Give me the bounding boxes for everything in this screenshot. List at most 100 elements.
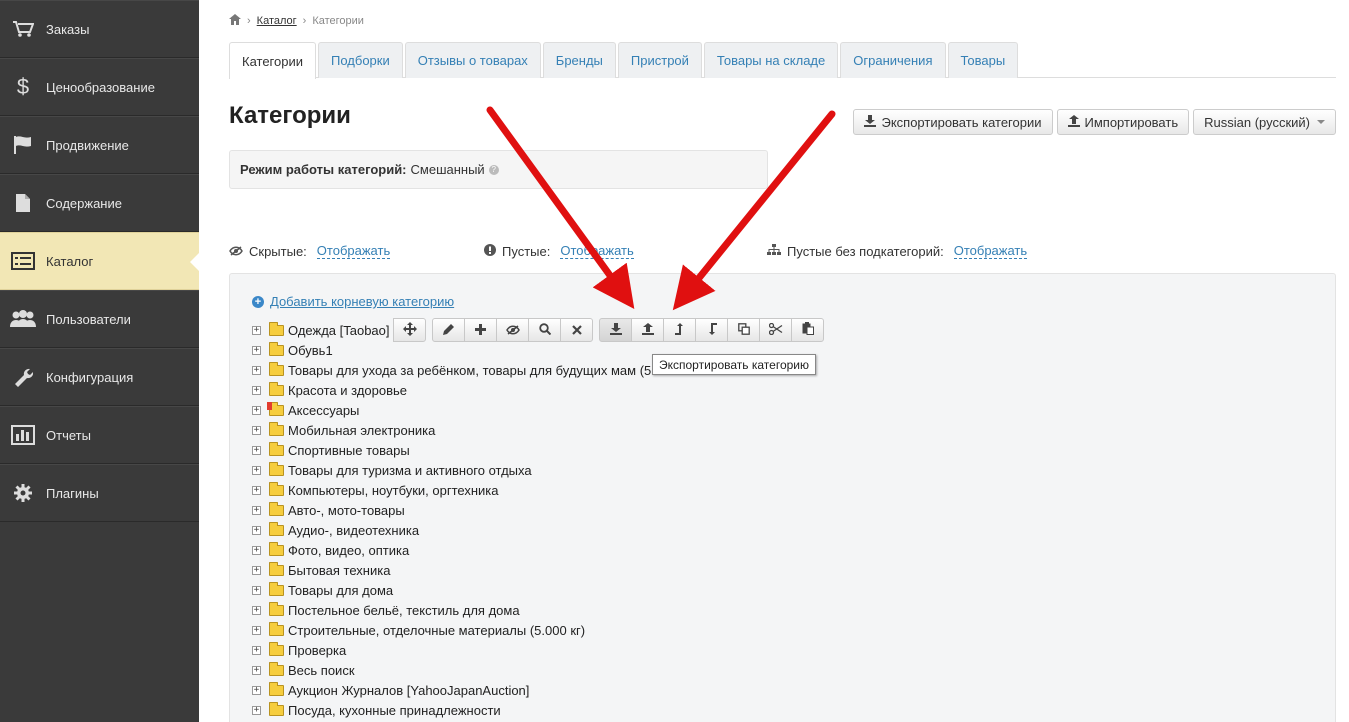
language-select[interactable]: Russian (русский): [1193, 109, 1336, 135]
tree-node-label[interactable]: Компьютеры, ноутбуки, оргтехника: [288, 483, 499, 498]
help-icon[interactable]: ?: [488, 164, 499, 175]
expand-icon[interactable]: +: [252, 425, 261, 435]
tree-node-label[interactable]: Одежда [Taobao]: [288, 323, 390, 338]
expand-icon[interactable]: +: [252, 645, 261, 655]
export-categories-button[interactable]: Экспортировать категории: [853, 109, 1053, 135]
tree-node-label[interactable]: Постельное бельё, текстиль для дома: [288, 603, 520, 618]
tree-node-label[interactable]: Посуда, кухонные принадлежности: [288, 703, 501, 718]
expand-icon[interactable]: +: [252, 505, 261, 515]
sidebar-item-content[interactable]: Содержание: [0, 174, 199, 232]
tree-node-label[interactable]: Аукцион Журналов [YahooJapanAuction]: [288, 683, 529, 698]
expand-icon[interactable]: +: [252, 365, 261, 375]
tree-node[interactable]: + Аудио-, видеотехника: [252, 520, 651, 540]
filter-empty-nosub-toggle[interactable]: Отображать: [953, 243, 1028, 259]
tree-node[interactable]: + Обувь1: [252, 340, 651, 360]
tree-node[interactable]: + Посуда, кухонные принадлежности: [252, 700, 651, 720]
move-down-button[interactable]: [695, 318, 728, 342]
tree-node-label[interactable]: Авто-, мото-товары: [288, 503, 405, 518]
breadcrumb-link-catalog[interactable]: Каталог: [257, 15, 297, 27]
sidebar-item-plugins[interactable]: Плагины: [0, 464, 199, 522]
expand-icon[interactable]: +: [252, 625, 261, 635]
tab-categories[interactable]: Категории: [229, 42, 316, 79]
expand-icon[interactable]: +: [252, 545, 261, 555]
tree-node-label[interactable]: Аксессуары: [288, 403, 359, 418]
filter-empty-toggle[interactable]: Отображать: [560, 243, 634, 259]
tree-node[interactable]: + Фото, видео, оптика: [252, 540, 651, 560]
sidebar-item-pricing[interactable]: $ Ценообразование: [0, 58, 199, 116]
move-up-button[interactable]: [663, 318, 696, 342]
move-button[interactable]: [393, 318, 426, 342]
expand-icon[interactable]: +: [252, 665, 261, 675]
tree-node[interactable]: + Товары для дома: [252, 580, 651, 600]
tree-node[interactable]: + Товары для ухода за ребёнком, товары дл…: [252, 360, 651, 380]
tree-node-label[interactable]: Обувь1: [288, 343, 333, 358]
tree-node[interactable]: + Мобильная электроника: [252, 420, 651, 440]
tree-node-label[interactable]: Весь поиск: [288, 663, 355, 678]
expand-icon[interactable]: +: [252, 585, 261, 595]
import-button[interactable]: Импортировать: [1056, 109, 1190, 135]
tree-node[interactable]: + Проверка: [252, 640, 651, 660]
expand-icon[interactable]: +: [252, 465, 261, 475]
tree-node-label[interactable]: Фото, видео, оптика: [288, 543, 409, 558]
tree-node[interactable]: + Постельное бельё, текстиль для дома: [252, 600, 651, 620]
add-root-category-link[interactable]: + Добавить корневую категорию: [252, 294, 454, 309]
paste-button[interactable]: [791, 318, 824, 342]
tree-node-label[interactable]: Проверка: [288, 643, 346, 658]
tab-brands[interactable]: Бренды: [542, 42, 616, 78]
tree-node[interactable]: + Весь поиск: [252, 660, 651, 680]
sidebar-item-promotion[interactable]: Продвижение: [0, 116, 199, 174]
expand-icon[interactable]: +: [252, 345, 261, 355]
tree-node[interactable]: + Строительные, отделочные материалы (5.0…: [252, 620, 651, 640]
tree-node-label[interactable]: Бытовая техника: [288, 563, 390, 578]
sidebar-item-orders[interactable]: Заказы: [0, 0, 199, 58]
tab-products[interactable]: Товары: [947, 42, 1019, 78]
tab-warehouse[interactable]: Товары на складе: [703, 42, 839, 78]
search-button[interactable]: [528, 318, 561, 342]
category-tree: + Одежда [Taobao] + Обувь1 + Товары для ухо…: [252, 320, 651, 720]
tree-node-label[interactable]: Аудио-, видеотехника: [288, 523, 419, 538]
sidebar-item-configuration[interactable]: Конфигурация: [0, 348, 199, 406]
expand-icon[interactable]: +: [252, 405, 261, 415]
tree-node[interactable]: + Компьютеры, ноутбуки, оргтехника: [252, 480, 651, 500]
import-category-button[interactable]: [631, 318, 664, 342]
tree-node-label[interactable]: Товары для ухода за ребёнком, товары для…: [288, 363, 651, 378]
expand-icon[interactable]: +: [252, 685, 261, 695]
tree-node-label[interactable]: Товары для дома: [288, 583, 393, 598]
copy-button[interactable]: [727, 318, 760, 342]
tree-node[interactable]: + Красота и здоровье: [252, 380, 651, 400]
tab-collections[interactable]: Подборки: [318, 42, 403, 78]
tree-node[interactable]: + Аукцион Журналов [YahooJapanAuction]: [252, 680, 651, 700]
tree-node[interactable]: + Товары для туризма и активного отдыха: [252, 460, 651, 480]
expand-icon[interactable]: +: [252, 705, 261, 715]
sidebar-item-reports[interactable]: Отчеты: [0, 406, 199, 464]
tree-node[interactable]: + Аксессуары: [252, 400, 651, 420]
export-category-button[interactable]: [599, 318, 632, 342]
expand-icon[interactable]: +: [252, 485, 261, 495]
tree-node-label[interactable]: Красота и здоровье: [288, 383, 407, 398]
tree-node[interactable]: + Бытовая техника: [252, 560, 651, 580]
tree-node-label[interactable]: Спортивные товары: [288, 443, 410, 458]
tree-node-label[interactable]: Мобильная электроника: [288, 423, 435, 438]
toggle-visibility-button[interactable]: [496, 318, 529, 342]
tab-restrictions[interactable]: Ограничения: [840, 42, 946, 78]
home-icon[interactable]: [229, 14, 241, 28]
expand-icon[interactable]: +: [252, 565, 261, 575]
tab-attachment[interactable]: Пристрой: [617, 42, 702, 78]
sidebar-item-catalog[interactable]: Каталог: [0, 232, 200, 290]
expand-icon[interactable]: +: [252, 325, 261, 335]
expand-icon[interactable]: +: [252, 445, 261, 455]
expand-icon[interactable]: +: [252, 605, 261, 615]
edit-button[interactable]: [432, 318, 465, 342]
filter-hidden-toggle[interactable]: Отображать: [316, 243, 391, 259]
delete-button[interactable]: [560, 318, 593, 342]
expand-icon[interactable]: +: [252, 385, 261, 395]
tree-node-label[interactable]: Товары для туризма и активного отдыха: [288, 463, 532, 478]
cut-button[interactable]: [759, 318, 792, 342]
tree-node[interactable]: + Спортивные товары: [252, 440, 651, 460]
tab-reviews[interactable]: Отзывы о товарах: [404, 42, 541, 78]
expand-icon[interactable]: +: [252, 525, 261, 535]
add-button[interactable]: [464, 318, 497, 342]
sidebar-item-users[interactable]: Пользователи: [0, 290, 199, 348]
tree-node[interactable]: + Авто-, мото-товары: [252, 500, 651, 520]
tree-node-label[interactable]: Строительные, отделочные материалы (5.00…: [288, 623, 585, 638]
